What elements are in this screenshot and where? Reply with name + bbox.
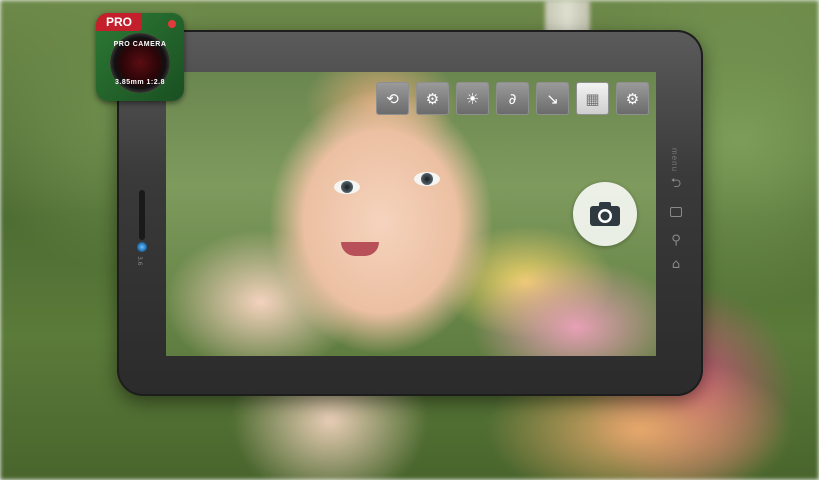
camera-settings-button[interactable]: ⚙: [416, 82, 449, 115]
gear-icon: ⚙: [625, 89, 640, 108]
gallery-button[interactable]: ▦: [576, 82, 609, 115]
shutter-button[interactable]: [573, 182, 637, 246]
home-shape-button[interactable]: ⌂: [666, 254, 686, 274]
camera-switch-icon: ⟲: [386, 89, 399, 108]
logo-lens-text-bottom: 3.85mm 1:2.8: [115, 79, 165, 86]
pro-badge: PRO: [96, 13, 142, 31]
subject-mouth: [341, 242, 379, 256]
camera-switch-button[interactable]: ⟲: [376, 82, 409, 115]
back-button[interactable]: ⮌: [666, 175, 686, 195]
flash-button[interactable]: ↘: [536, 82, 569, 115]
logo-lens-text-top: PRO CAMERA: [113, 41, 167, 48]
subject-left-eye: [334, 180, 360, 194]
search-icon: ⚲: [671, 232, 681, 248]
settings-button[interactable]: ⚙: [616, 82, 649, 115]
camera-toolbar: ⟲ ⚙ ☀ ∂ ↘ ▦ ⚙: [376, 82, 649, 115]
home-icon: [670, 207, 682, 217]
tablet-side-button: [139, 190, 145, 240]
tablet-side-text: 3.6: [136, 256, 143, 266]
front-camera-dot: [137, 242, 147, 252]
effect-button[interactable]: ∂: [496, 82, 529, 115]
subject-right-eye: [414, 172, 440, 186]
house-icon: ⌂: [671, 256, 681, 272]
back-icon: ⮌: [670, 176, 682, 191]
app-logo: PRO PRO CAMERA 3.85mm 1:2.8: [96, 13, 184, 101]
flash-icon: ↘: [546, 89, 559, 108]
menu-label: menu: [670, 148, 679, 173]
brightness-button[interactable]: ☀: [456, 82, 489, 115]
settings-camera-icon: ⚙: [425, 89, 440, 108]
brightness-icon: ☀: [465, 89, 480, 108]
effect-icon: ∂: [508, 89, 517, 108]
camera-icon: [590, 202, 620, 226]
logo-record-dot: [168, 20, 176, 28]
gallery-icon: ▦: [585, 89, 600, 108]
search-button[interactable]: ⚲: [666, 230, 686, 250]
home-button[interactable]: [666, 202, 686, 222]
